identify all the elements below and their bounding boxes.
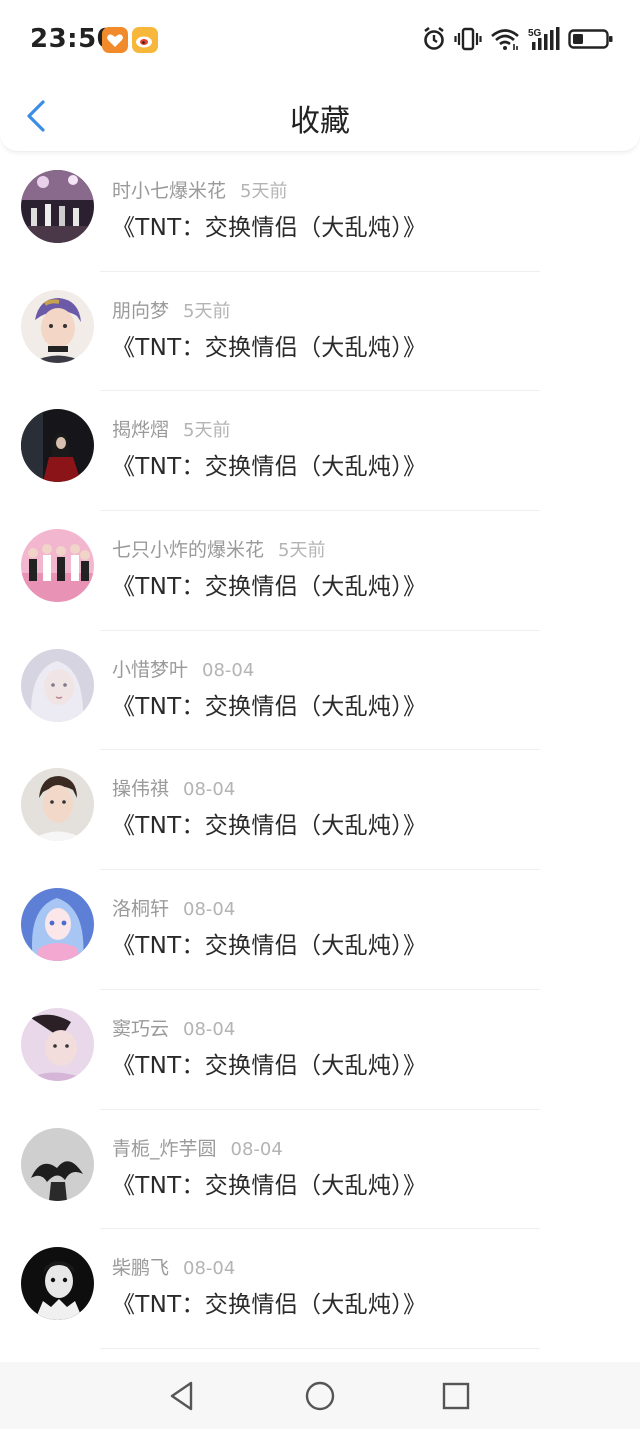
item-username: 小惜梦叶 [112,658,189,681]
item-time: 08-04 [183,1018,236,1040]
item-title: 《TNT：交换情侣（大乱炖）》 [112,454,427,481]
item-time: 5天前 [240,181,288,202]
nav-home-button[interactable] [300,1376,340,1416]
list-item[interactable]: 揭烨熠 5天前 《TNT：交换情侣（大乱炖）》 [0,391,640,512]
network-label: 5G [528,28,542,39]
item-time: 08-04 [202,659,255,681]
item-title: 《TNT：交换情侣（大乱炖）》 [112,1292,427,1319]
item-title: 《TNT：交换情侣（大乱炖）》 [112,1172,427,1199]
vibrate-icon [454,26,482,52]
signal-icon: 5G [528,26,560,52]
item-title: 《TNT：交换情侣（大乱炖）》 [112,574,427,601]
item-username: 朋向梦 [112,299,170,322]
item-username: 操伟祺 [112,778,170,801]
avatar[interactable] [21,1127,94,1201]
nav-back-button[interactable] [162,1376,202,1416]
avatar[interactable] [21,1247,94,1321]
item-username: 窦巧云 [112,1017,170,1040]
avatar[interactable] [21,648,94,722]
item-title: 《TNT：交换情侣（大乱炖）》 [112,933,427,960]
battery-icon [568,27,614,51]
list-item[interactable]: 朋向梦 5天前 《TNT：交换情侣（大乱炖）》 [0,272,640,392]
list-item[interactable]: 窦巧云 08-04 《TNT：交换情侣（大乱炖）》 [0,990,640,1110]
item-time: 08-04 [183,779,236,801]
list-item[interactable]: 洛桐轩 08-04 《TNT：交换情侣（大乱炖）》 [0,870,640,990]
avatar[interactable] [21,170,94,243]
item-title: 《TNT：交换情侣（大乱炖）》 [112,215,427,241]
avatar[interactable] [21,529,94,603]
list-item[interactable]: 青栀_炸芋圆 08-04 《TNT：交换情侣（大乱炖）》 [0,1110,640,1230]
list-item[interactable]: 操伟祺 08-04 《TNT：交换情侣（大乱炖）》 [0,750,640,871]
item-time: 5天前 [278,540,326,562]
favorites-list: 时小七爆米花 5天前 《TNT：交换情侣（大乱炖）》 朋向梦 5天前 《TNT：交换… [0,152,640,1349]
list-item[interactable]: 时小七爆米花 5天前 《TNT：交换情侣（大乱炖）》 [0,152,640,272]
avatar[interactable] [21,289,94,363]
item-title: 《TNT：交换情侣（大乱炖）》 [112,334,427,361]
list-item[interactable]: 小惜梦叶 08-04 《TNT：交换情侣（大乱炖）》 [0,631,640,751]
nav-recents-button[interactable] [436,1376,476,1416]
nav-home-icon [305,1381,335,1411]
item-title: 《TNT：交换情侣（大乱炖）》 [112,1052,427,1079]
wifi-icon [490,27,520,51]
item-username: 揭烨熠 [112,419,170,442]
page-title: 收藏 [290,104,350,139]
alarm-icon [422,26,446,52]
list-item[interactable]: 七只小炸的爆米花 5天前 《TNT：交换情侣（大乱炖）》 [0,511,640,631]
item-title: 《TNT：交换情侣（大乱炖）》 [112,813,427,840]
item-username: 时小七爆米花 [112,180,227,202]
app-notification-icon [102,27,128,53]
divider [100,1347,540,1349]
item-time: 08-04 [183,899,236,921]
item-username: 柴鹏飞 [112,1257,170,1280]
item-username: 七只小炸的爆米花 [112,539,265,562]
avatar[interactable] [21,888,94,962]
weibo-notification-icon [132,27,158,53]
avatar[interactable] [21,1007,94,1081]
list-item[interactable]: 柴鹏飞 08-04 《TNT：交换情侣（大乱炖）》 [0,1229,640,1349]
item-time: 08-04 [183,1258,236,1280]
app-header: 收藏 [0,80,640,152]
item-username: 青栀_炸芋圆 [112,1137,217,1160]
system-navigation-bar [0,1362,640,1429]
item-time: 5天前 [183,420,231,442]
item-username: 洛桐轩 [112,898,170,921]
item-time: 08-04 [230,1138,283,1160]
item-title: 《TNT：交换情侣（大乱炖）》 [112,693,427,720]
nav-back-icon [170,1381,193,1411]
nav-recents-icon [442,1382,470,1410]
avatar[interactable] [21,409,94,483]
status-bar: 23:50 5G [0,0,640,80]
avatar[interactable] [21,768,94,842]
item-time: 5天前 [183,300,231,322]
